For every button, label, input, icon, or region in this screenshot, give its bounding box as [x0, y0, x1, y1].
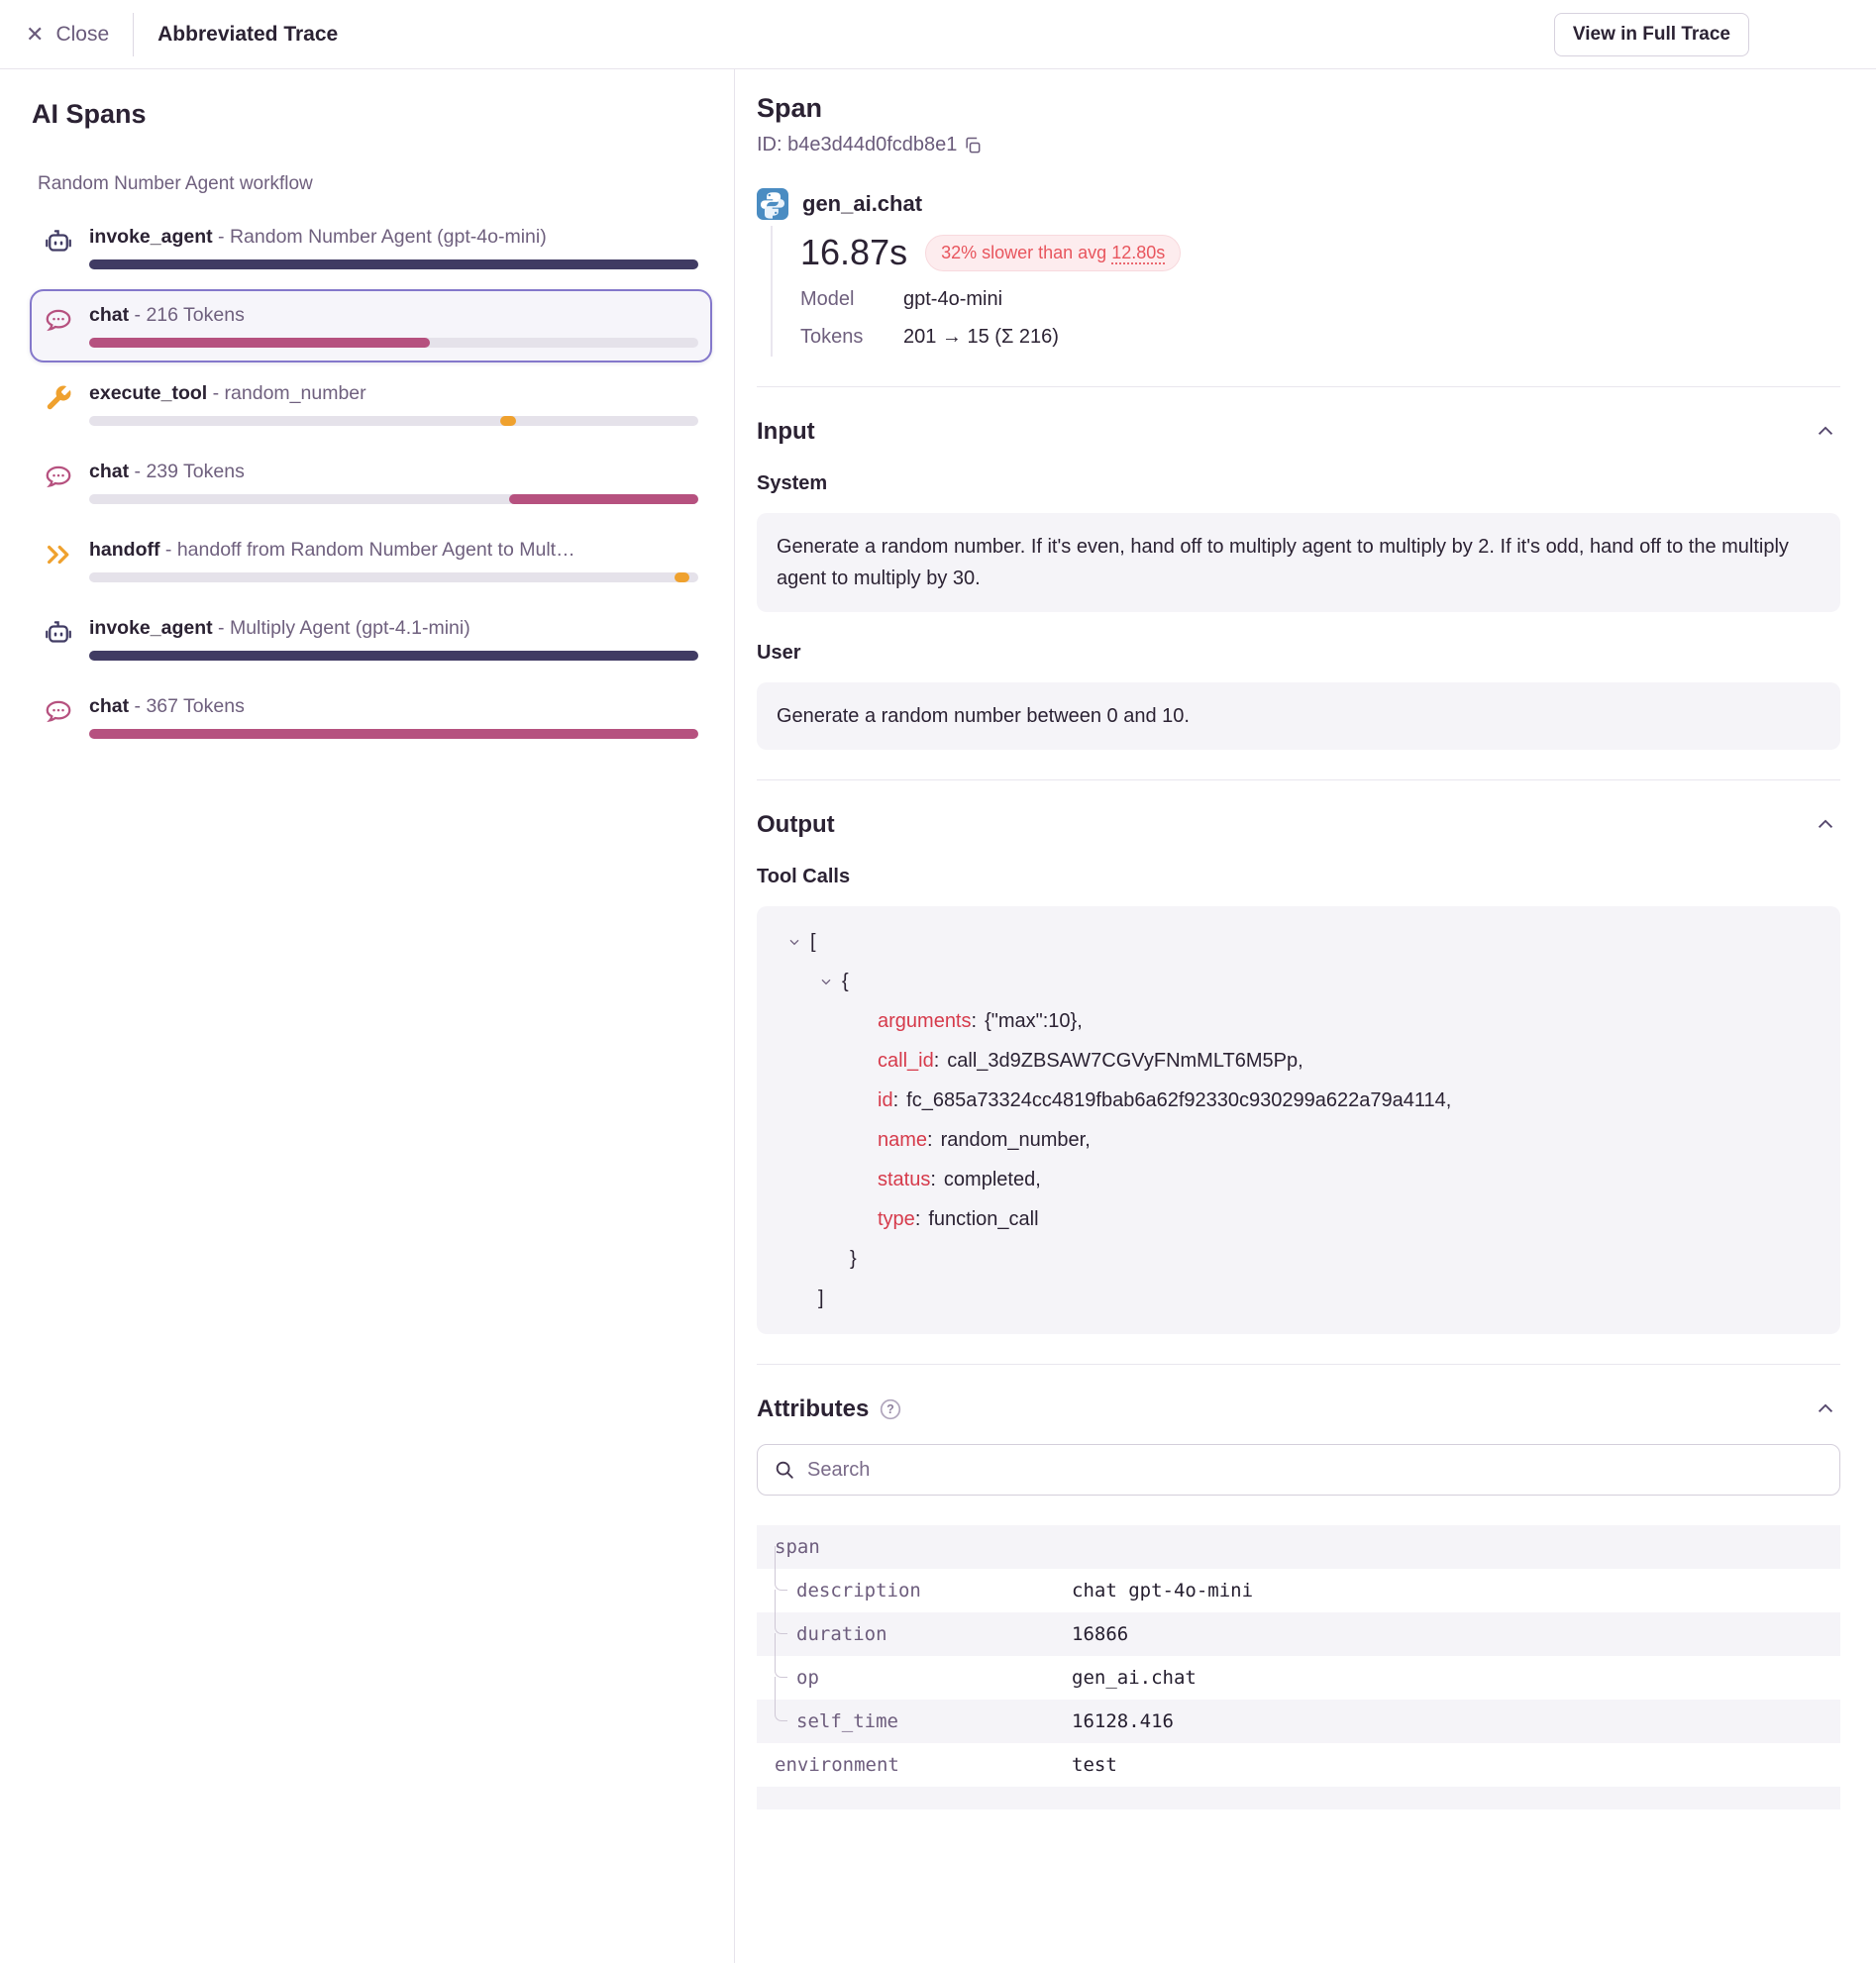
span-label: execute_tool - random_number	[89, 382, 698, 405]
json-entry: status:completed,	[777, 1160, 1821, 1199]
tree-connector	[775, 1700, 789, 1743]
tool-calls-json-viewer: [ { arguments:{"max":10}, call_id:call_3…	[757, 906, 1840, 1334]
span-label: chat - 239 Tokens	[89, 461, 698, 483]
span-duration: 16.87s	[800, 232, 907, 273]
span-row-execute-tool[interactable]: execute_tool - random_number	[30, 367, 712, 441]
json-entry: name:random_number,	[777, 1120, 1821, 1160]
span-duration-bar	[89, 651, 698, 661]
chevron-up-icon	[1815, 1398, 1836, 1420]
span-label: chat - 367 Tokens	[89, 695, 698, 718]
collapse-attributes-button[interactable]	[1811, 1395, 1840, 1424]
json-bracket: {	[842, 962, 849, 1001]
span-heading: Span	[757, 93, 1840, 124]
json-entry: arguments:{"max":10},	[777, 1001, 1821, 1041]
span-op-title: gen_ai.chat	[802, 191, 922, 217]
close-label: Close	[55, 23, 109, 47]
wrench-icon	[44, 382, 73, 413]
section-divider	[757, 1364, 1840, 1365]
output-section-title: Output	[757, 811, 835, 839]
close-button[interactable]: ✕ Close	[26, 23, 109, 47]
span-duration-bar	[89, 572, 698, 582]
help-icon[interactable]: ?	[879, 1397, 902, 1421]
span-row-chat[interactable]: chat - 239 Tokens	[30, 446, 712, 519]
span-row-chat[interactable]: chat - 367 Tokens	[30, 680, 712, 754]
slower-than-avg-badge: 32% slower than avg 12.80s	[925, 235, 1181, 271]
chat-bubble-icon	[44, 461, 73, 491]
span-row-invoke-agent[interactable]: invoke_agent - Multiply Agent (gpt-4.1-m…	[30, 602, 712, 675]
attr-row[interactable]: description chat gpt-4o-mini	[757, 1569, 1840, 1612]
ai-spans-panel: AI Spans Random Number Agent workflow in…	[0, 69, 735, 1963]
chevron-up-icon	[1815, 421, 1836, 443]
attributes-table: span description chat gpt-4o-mini durati…	[757, 1525, 1840, 1809]
span-label: chat - 216 Tokens	[89, 304, 698, 327]
json-entry: call_id:call_3d9ZBSAW7CGVyFNmMLT6M5Pp,	[777, 1041, 1821, 1081]
span-label: invoke_agent - Multiply Agent (gpt-4.1-m…	[89, 617, 698, 640]
span-row-handoff[interactable]: handoff - handoff from Random Number Age…	[30, 524, 712, 597]
model-label: Model	[800, 288, 903, 311]
chevron-up-icon	[1815, 814, 1836, 836]
top-bar: ✕ Close Abbreviated Trace View in Full T…	[0, 0, 1876, 69]
attr-row[interactable]: environment test	[757, 1743, 1840, 1787]
tokens-value: 201 → 15 (Σ 216)	[903, 326, 1059, 349]
span-row-invoke-agent[interactable]: invoke_agent - Random Number Agent (gpt-…	[30, 211, 712, 284]
python-icon	[757, 188, 788, 220]
topbar-divider	[133, 13, 134, 56]
chevron-down-icon[interactable]	[786, 934, 802, 950]
page-title: Abbreviated Trace	[157, 23, 338, 47]
handoff-icon	[44, 539, 73, 569]
section-divider	[757, 386, 1840, 387]
attr-row[interactable]: op gen_ai.chat	[757, 1656, 1840, 1700]
span-duration-bar	[89, 494, 698, 504]
model-value: gpt-4o-mini	[903, 288, 1002, 311]
span-detail-panel: Span ID: b4e3d44d0fcdb8e1 gen_ai.chat	[735, 69, 1876, 1963]
view-in-full-trace-button[interactable]: View in Full Trace	[1554, 13, 1749, 56]
input-section-title: Input	[757, 418, 815, 446]
attr-row[interactable]: duration 16866	[757, 1612, 1840, 1656]
span-duration-bar	[89, 729, 698, 739]
attributes-section-title: Attributes	[757, 1395, 869, 1423]
system-prompt-box: Generate a random number. If it's even, …	[757, 513, 1840, 612]
system-label: System	[757, 472, 1840, 495]
json-bracket: }	[777, 1239, 1821, 1279]
section-divider	[757, 779, 1840, 780]
json-bracket: ]	[777, 1279, 1821, 1318]
collapse-input-button[interactable]	[1811, 417, 1840, 447]
attr-row-partial	[757, 1787, 1840, 1809]
span-duration-bar	[89, 259, 698, 269]
span-row-chat-selected[interactable]: chat - 216 Tokens	[30, 289, 712, 362]
span-label: handoff - handoff from Random Number Age…	[89, 539, 698, 562]
user-label: User	[757, 642, 1840, 665]
json-entry: type:function_call	[777, 1199, 1821, 1239]
robot-icon	[44, 617, 73, 648]
span-duration-bar	[89, 338, 698, 348]
robot-icon	[44, 226, 73, 257]
attributes-search[interactable]	[757, 1444, 1840, 1496]
workflow-label: Random Number Agent workflow	[38, 173, 712, 195]
ai-spans-heading: AI Spans	[32, 99, 712, 130]
chat-bubble-icon	[44, 695, 73, 726]
copy-icon[interactable]	[963, 136, 983, 155]
span-duration-bar	[89, 416, 698, 426]
collapse-output-button[interactable]	[1811, 810, 1840, 840]
tokens-label: Tokens	[800, 326, 903, 349]
avg-duration-link[interactable]: 12.80s	[1111, 243, 1165, 262]
close-icon: ✕	[26, 24, 44, 46]
svg-text:?: ?	[887, 1402, 895, 1416]
json-bracket: [	[810, 922, 816, 962]
attr-row-group[interactable]: span	[757, 1525, 1840, 1569]
span-id: ID: b4e3d44d0fcdb8e1	[757, 134, 957, 156]
chevron-down-icon[interactable]	[818, 974, 834, 989]
chat-bubble-icon	[44, 304, 73, 335]
json-entry: id:fc_685a73324cc4819fbab6a62f92330c9302…	[777, 1081, 1821, 1120]
span-label: invoke_agent - Random Number Agent (gpt-…	[89, 226, 698, 249]
search-icon	[774, 1459, 795, 1481]
search-input[interactable]	[807, 1459, 1824, 1482]
user-prompt-box: Generate a random number between 0 and 1…	[757, 682, 1840, 750]
tool-calls-label: Tool Calls	[757, 866, 1840, 888]
attr-row[interactable]: self_time 16128.416	[757, 1700, 1840, 1743]
